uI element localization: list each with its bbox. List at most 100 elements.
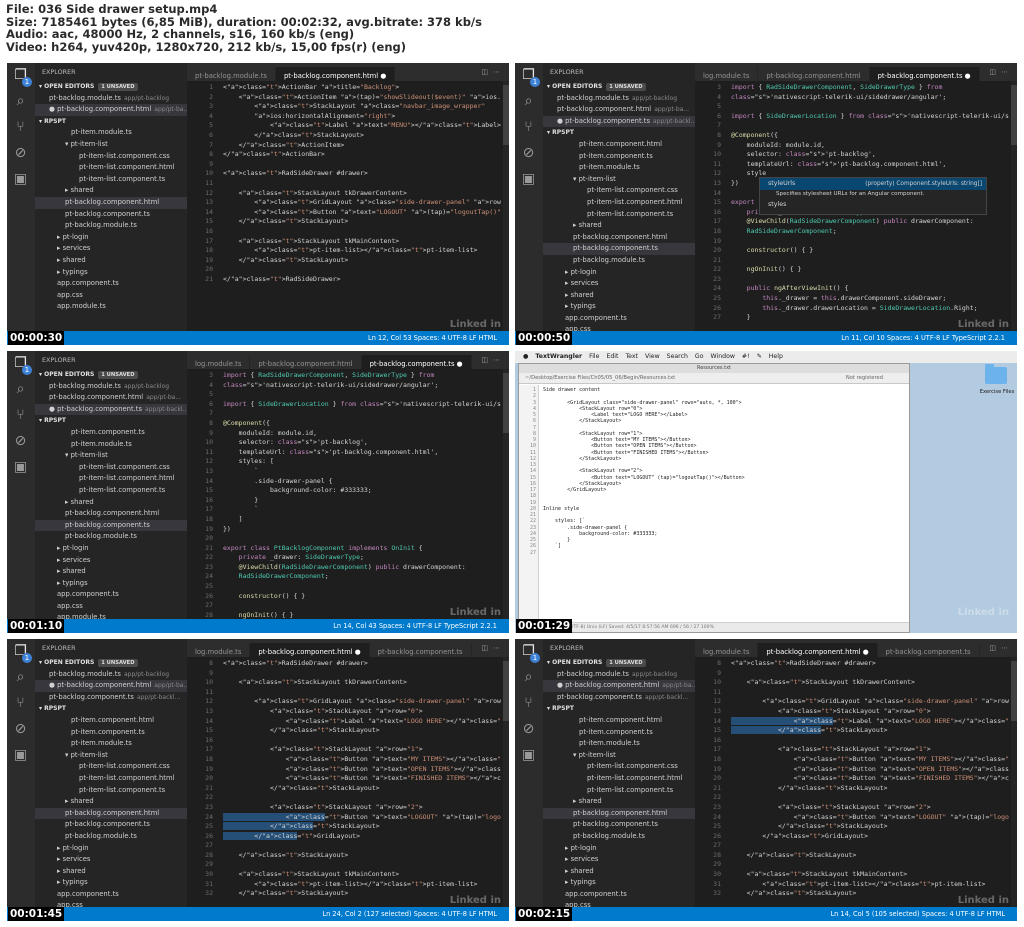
search-icon[interactable]: ⌕ bbox=[12, 381, 29, 398]
tree-item[interactable]: pt-item.module.ts bbox=[35, 439, 187, 451]
tree-item[interactable]: pt-backlog.component.ts bbox=[35, 209, 187, 221]
tree-item[interactable]: pt-backlog.module.ts bbox=[543, 255, 695, 267]
autocomplete-item-styleurls[interactable]: styleUrls (property) Component.styleUrls:… bbox=[760, 178, 986, 190]
open-editor-item[interactable]: ● pt-backlog.component.ts app/pt-backl... bbox=[35, 403, 187, 416]
tree-item[interactable]: pt-backlog.component.html bbox=[35, 196, 187, 209]
tree-item[interactable]: ▸ shared bbox=[35, 255, 187, 267]
open-editors-section[interactable]: ▾ OPEN EDITORS 1 UNSAVED bbox=[35, 657, 187, 669]
tab-modified-icon[interactable]: ● bbox=[378, 72, 386, 80]
folder-icon[interactable] bbox=[985, 364, 1007, 384]
more-icon[interactable]: ⋯ bbox=[1001, 644, 1013, 652]
tree-item[interactable]: pt-backlog.component.ts bbox=[543, 243, 695, 255]
open-editors-section[interactable]: ▾ OPEN EDITORS 1 UNSAVED bbox=[35, 369, 187, 381]
tab-modified-icon[interactable]: ● bbox=[353, 648, 361, 656]
editor-tab[interactable]: pt-backlog.component.ts bbox=[877, 643, 980, 657]
tree-item[interactable]: ▸ shared bbox=[35, 497, 187, 509]
vertical-scrollbar[interactable] bbox=[503, 369, 509, 619]
open-editor-item[interactable]: pt-backlog.component.ts app/pt-backl... bbox=[35, 692, 187, 704]
tree-item[interactable]: ▸ services bbox=[543, 854, 695, 866]
project-root[interactable]: ▾ RPSPT bbox=[35, 703, 187, 715]
tree-item[interactable]: pt-item.component.ts bbox=[35, 427, 187, 439]
tree-item[interactable]: ▸ pt-login bbox=[35, 232, 187, 244]
tree-item[interactable]: ▾ pt-item-list bbox=[35, 139, 187, 151]
tree-item[interactable]: pt-item-list.component.css bbox=[35, 151, 187, 163]
tree-item[interactable]: ▸ services bbox=[543, 278, 695, 290]
debug-icon[interactable]: ⊘ bbox=[12, 721, 29, 738]
tree-item[interactable]: pt-backlog.component.html bbox=[543, 232, 695, 244]
editor-tab[interactable]: pt-backlog.component.ts ● bbox=[869, 67, 980, 81]
tree-item[interactable]: pt-item-list.component.ts bbox=[35, 485, 187, 497]
tree-item[interactable]: ▸ pt-login bbox=[543, 267, 695, 279]
extensions-icon[interactable]: ▣ bbox=[12, 459, 29, 476]
tree-item[interactable]: pt-item.component.html bbox=[543, 715, 695, 727]
tree-item[interactable]: app.component.ts bbox=[35, 889, 187, 901]
git-icon[interactable]: ⑂ bbox=[520, 119, 537, 136]
tree-item[interactable]: ▸ services bbox=[35, 854, 187, 866]
tree-item[interactable]: ▸ pt-login bbox=[543, 843, 695, 855]
tree-item[interactable]: ▸ shared bbox=[543, 796, 695, 808]
vertical-scrollbar[interactable] bbox=[1011, 657, 1017, 907]
tree-item[interactable]: pt-item.module.ts bbox=[35, 738, 187, 750]
tree-item[interactable]: ▾ pt-item-list bbox=[35, 750, 187, 762]
debug-icon[interactable]: ⊘ bbox=[12, 145, 29, 162]
tree-item[interactable]: pt-item.component.html bbox=[35, 715, 187, 727]
split-editor-icon[interactable]: ◫ bbox=[481, 356, 493, 364]
tree-item[interactable]: pt-item-list.component.html bbox=[543, 197, 695, 209]
code-content[interactable]: import { RadSideDrawerComponent, SideDra… bbox=[223, 371, 501, 619]
tree-item[interactable]: ▸ shared bbox=[543, 290, 695, 302]
split-editor-icon[interactable]: ◫ bbox=[989, 644, 1001, 652]
editor-tab[interactable]: pt-backlog.component.html bbox=[250, 355, 362, 369]
tree-item[interactable]: app.component.ts bbox=[543, 313, 695, 325]
extensions-icon[interactable]: ▣ bbox=[12, 171, 29, 188]
git-icon[interactable]: ⑂ bbox=[12, 119, 29, 136]
tree-item[interactable]: ▸ pt-login bbox=[35, 843, 187, 855]
tree-item[interactable]: ▸ pt-login bbox=[35, 543, 187, 555]
menu-item[interactable]: Window bbox=[711, 353, 735, 360]
tree-item[interactable]: pt-backlog.component.html bbox=[35, 807, 187, 820]
menu-item[interactable]: File bbox=[589, 353, 599, 360]
debug-icon[interactable]: ⊘ bbox=[520, 721, 537, 738]
open-editor-item[interactable]: ● pt-backlog.component.html app/pt-ba... bbox=[35, 680, 187, 692]
tab-modified-icon[interactable]: ● bbox=[861, 648, 869, 656]
tree-item[interactable]: pt-item.component.html bbox=[543, 139, 695, 151]
code-content[interactable]: <"a">class="t">RadSideDrawer #drawer> <"… bbox=[731, 659, 1009, 907]
vertical-scrollbar[interactable] bbox=[503, 81, 509, 331]
code-content[interactable]: <"a">class="t">ActionBar "a">title="Back… bbox=[223, 83, 501, 331]
tree-item[interactable]: app.component.ts bbox=[35, 278, 187, 290]
tree-item[interactable]: ▸ typings bbox=[35, 877, 187, 889]
open-editor-item[interactable]: pt-backlog.component.html app/pt-ba... bbox=[35, 392, 187, 404]
more-icon[interactable]: ⋯ bbox=[493, 644, 505, 652]
tree-item[interactable]: pt-item.module.ts bbox=[543, 162, 695, 174]
tree-item[interactable]: ▸ shared bbox=[35, 796, 187, 808]
git-icon[interactable]: ⑂ bbox=[12, 695, 29, 712]
editor-tab[interactable]: pt-backlog.component.ts bbox=[369, 643, 472, 657]
tree-item[interactable]: pt-backlog.component.ts bbox=[35, 519, 187, 532]
menu-item[interactable]: View bbox=[645, 353, 660, 360]
editor-tab[interactable]: log.module.ts bbox=[187, 355, 251, 369]
extensions-icon[interactable]: ▣ bbox=[520, 171, 537, 188]
vertical-scrollbar[interactable] bbox=[503, 657, 509, 907]
tree-item[interactable]: pt-item.component.ts bbox=[35, 727, 187, 739]
extensions-icon[interactable]: ▣ bbox=[12, 747, 29, 764]
autocomplete-item-styles[interactable]: styles bbox=[760, 199, 986, 210]
split-editor-icon[interactable]: ◫ bbox=[481, 644, 493, 652]
editor-tab[interactable]: pt-backlog.component.html ● bbox=[250, 643, 370, 657]
tree-item[interactable]: app.component.ts bbox=[543, 889, 695, 901]
code-content[interactable]: <"a">class="t">RadSideDrawer #drawer> <"… bbox=[223, 659, 501, 907]
tree-item[interactable]: pt-item.component.ts bbox=[543, 151, 695, 163]
tree-item[interactable]: pt-backlog.module.ts bbox=[35, 220, 187, 232]
tree-item[interactable]: ▸ typings bbox=[543, 301, 695, 313]
tree-item[interactable]: ▸ shared bbox=[35, 185, 187, 197]
vertical-scrollbar[interactable] bbox=[1011, 81, 1017, 331]
tab-modified-icon[interactable]: ● bbox=[963, 72, 971, 80]
open-editors-section[interactable]: ▾ OPEN EDITORS 1 UNSAVED bbox=[543, 657, 695, 669]
split-editor-icon[interactable]: ◫ bbox=[989, 68, 1001, 76]
tree-item[interactable]: ▸ typings bbox=[35, 267, 187, 279]
tree-item[interactable]: app.module.ts bbox=[35, 301, 187, 313]
split-editor-icon[interactable]: ◫ bbox=[481, 68, 493, 76]
tree-item[interactable]: pt-item.component.ts bbox=[543, 727, 695, 739]
menu-item[interactable]: ✎ bbox=[757, 353, 762, 360]
editor-tab[interactable]: pt-backlog.module.ts bbox=[187, 67, 276, 81]
tree-item[interactable]: pt-item-list.component.css bbox=[543, 185, 695, 197]
open-editor-item[interactable]: pt-backlog.module.ts app/pt-backlog bbox=[543, 669, 695, 681]
